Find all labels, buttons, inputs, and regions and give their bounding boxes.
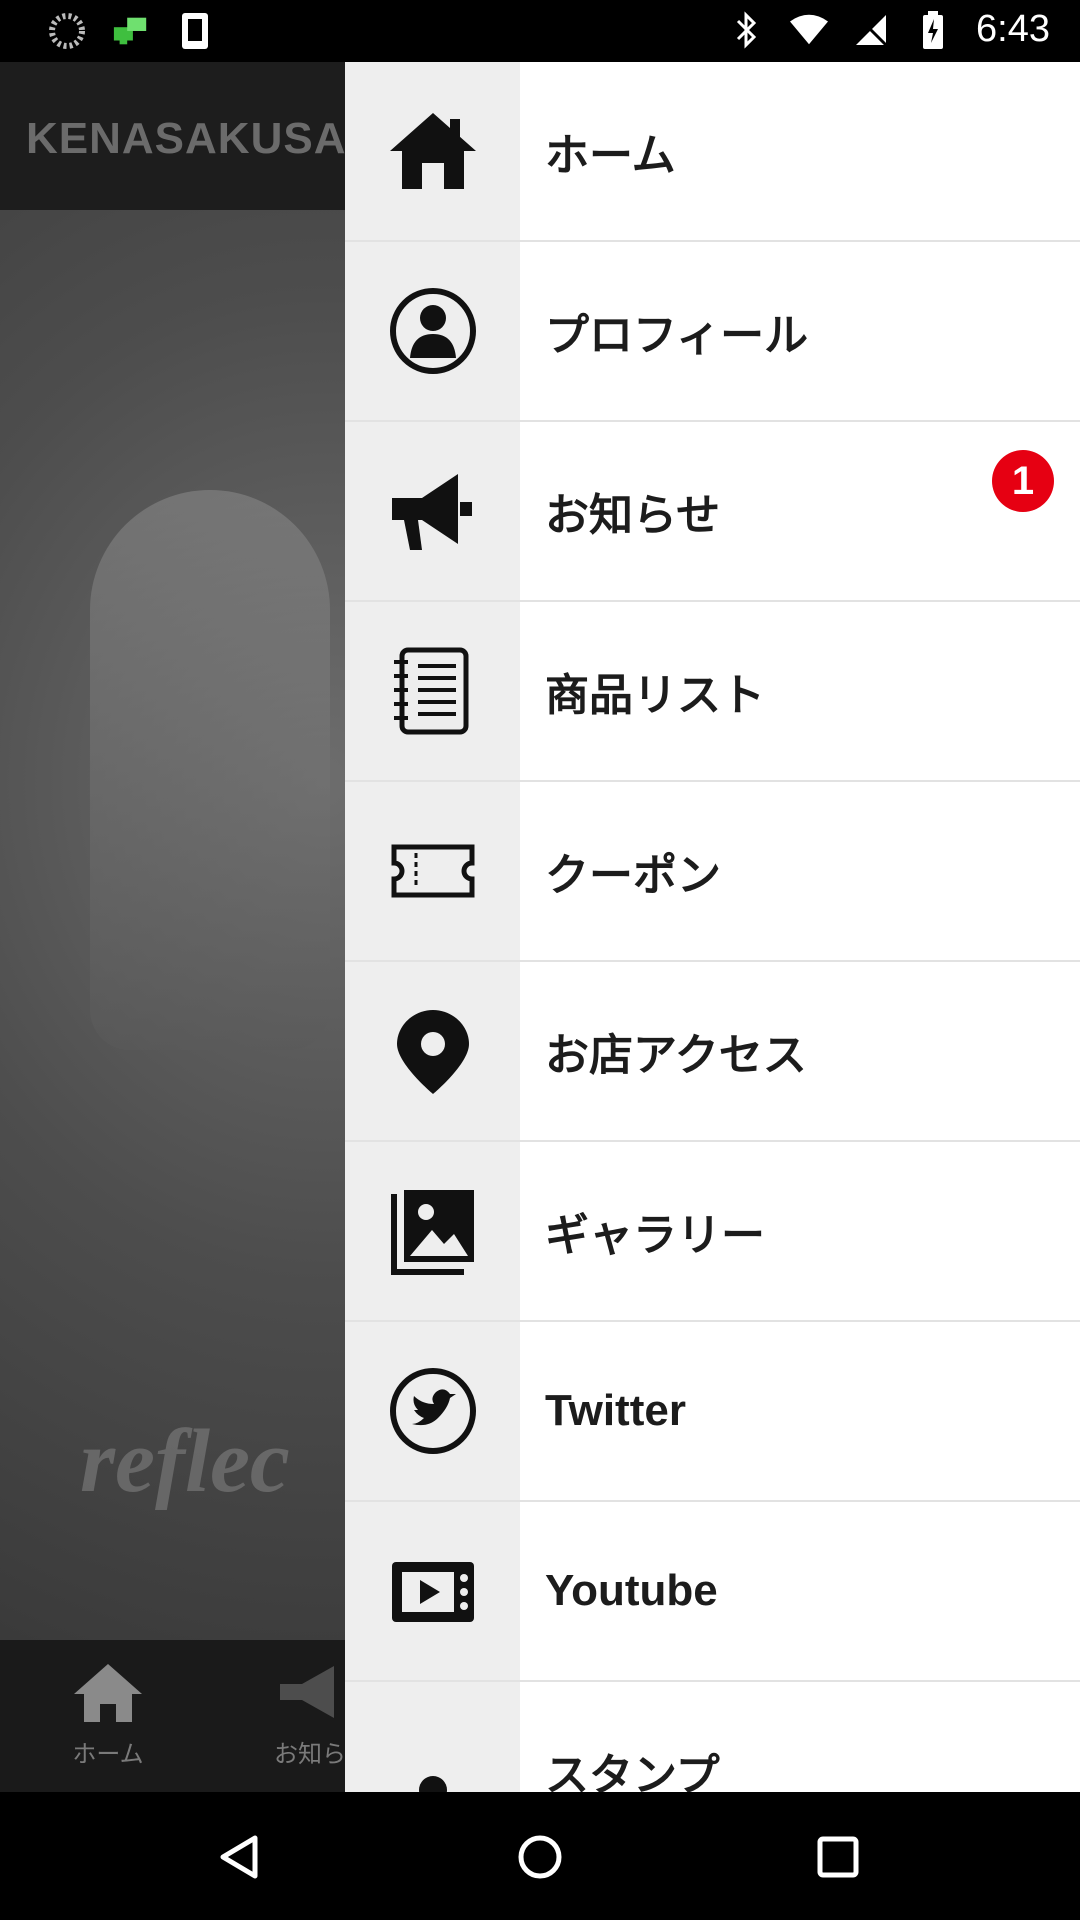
profile-icon [389, 288, 476, 374]
megaphone-icon [280, 1666, 334, 1718]
menu-item-twitter[interactable]: Twitter [345, 1322, 1080, 1502]
menu-item-profile[interactable]: プロフィール [345, 242, 1080, 422]
stamp-icon [418, 1776, 447, 1792]
recents-button[interactable] [803, 1822, 873, 1892]
menu-label: お店アクセス [545, 1030, 807, 1081]
menu-label: ホーム [545, 130, 676, 181]
no-sim-icon [852, 11, 890, 49]
twitter-icon [389, 1368, 476, 1454]
map-pin-icon [396, 1010, 469, 1094]
home-circle-icon [518, 1835, 562, 1879]
wifi-icon [790, 11, 829, 49]
hero-figure [90, 490, 330, 1050]
menu-item-home[interactable]: ホーム [345, 62, 1080, 242]
sim-icon [176, 12, 214, 50]
menu-item-youtube[interactable]: Youtube [345, 1502, 1080, 1682]
status-bar: 6:43 [0, 0, 1080, 62]
home-button[interactable] [505, 1822, 575, 1892]
system-nav-bar [0, 1792, 1080, 1920]
youtube-icon [391, 1562, 474, 1622]
menu-label: お知らせ [545, 490, 721, 541]
menu-item-gallery[interactable]: ギャラリー [345, 1142, 1080, 1322]
spinner-icon [48, 12, 86, 50]
gallery-icon [390, 1190, 474, 1275]
menu-item-store-access[interactable]: お店アクセス [345, 962, 1080, 1142]
menu-label: ギャラリー [545, 1210, 765, 1261]
menu-item-coupon[interactable]: クーポン [345, 782, 1080, 962]
navigation-drawer: ホーム プロフィール お知らせ 1 商品リスト クーポン お店アクセス ギャラリ… [345, 62, 1080, 1792]
menu-label: スタンプ [545, 1750, 720, 1792]
menu-item-news[interactable]: お知らせ 1 [345, 422, 1080, 602]
menu-label: Youtube [545, 1566, 718, 1615]
bluetooth-icon [728, 10, 766, 49]
megaphone-icon [391, 474, 472, 550]
home-icon [74, 1664, 142, 1722]
menu-label: 商品リスト [545, 670, 765, 721]
menu-label: プロフィール [545, 310, 809, 361]
network-icon [112, 12, 150, 50]
menu-item-stamp[interactable]: スタンプ [345, 1682, 1080, 1792]
battery-charging-icon [914, 10, 952, 49]
menu-label: Twitter [545, 1386, 686, 1435]
bottom-nav-home[interactable]: ホーム [28, 1660, 188, 1769]
app-title: KENASAKUSA [26, 114, 347, 163]
back-button[interactable] [205, 1822, 275, 1892]
back-icon [220, 1835, 258, 1879]
recents-icon [817, 1836, 859, 1878]
hero-text: reflec [80, 1412, 290, 1511]
ticket-icon [391, 844, 474, 898]
status-time: 6:43 [976, 8, 1050, 50]
home-icon [389, 113, 476, 189]
notification-badge: 1 [992, 450, 1054, 512]
notebook-icon [393, 647, 468, 735]
menu-item-product-list[interactable]: 商品リスト [345, 602, 1080, 782]
menu-label: クーポン [545, 850, 721, 901]
